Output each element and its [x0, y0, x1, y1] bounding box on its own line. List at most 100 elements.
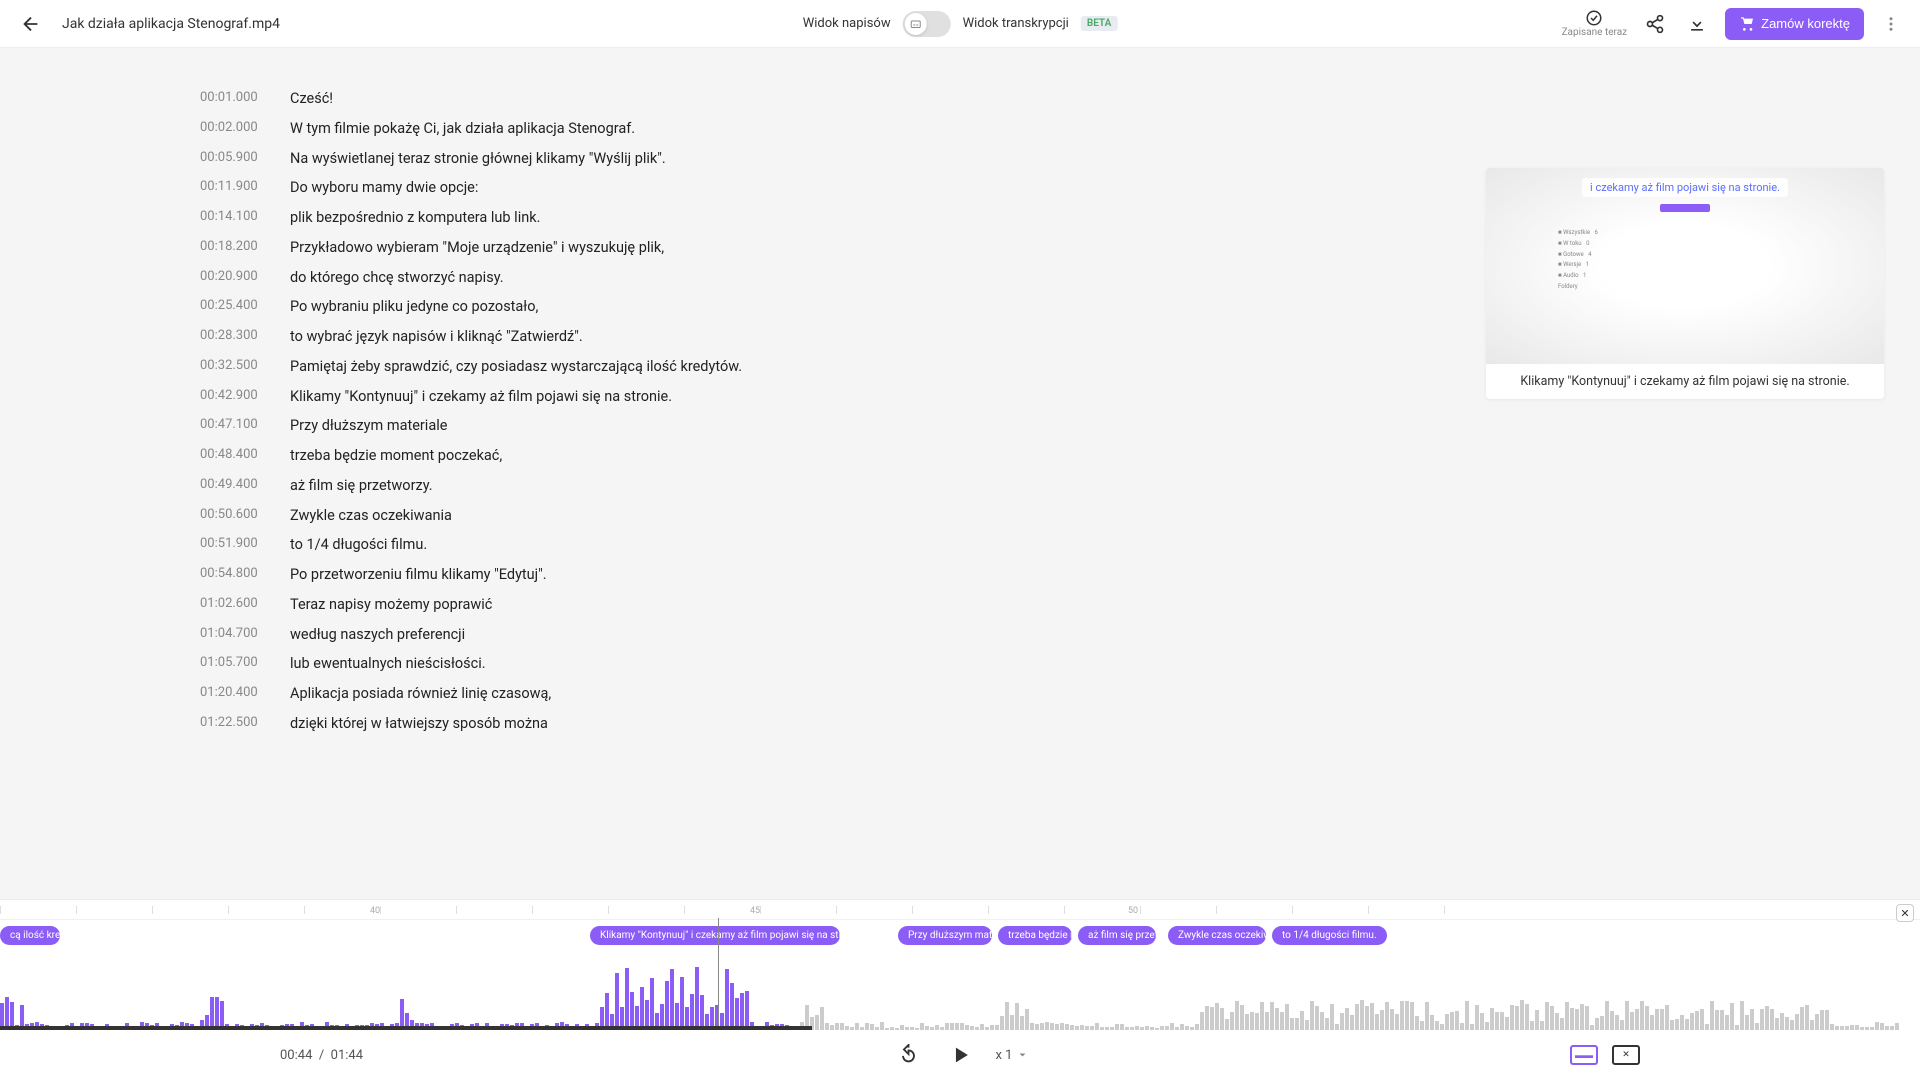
replay-icon	[898, 1044, 920, 1066]
timeline-chip[interactable]: trzeba będzie mc	[998, 926, 1072, 945]
video-preview-panel: i czekamy aż film pojawi się na stronie.…	[1486, 168, 1884, 399]
transcript-line[interactable]: 00:49.400 aż film się przetworzy.	[200, 475, 1920, 497]
close-timeline-button[interactable]: ✕	[1896, 904, 1914, 922]
view-toggle[interactable]	[903, 11, 951, 37]
timestamp[interactable]: 00:50.600	[200, 505, 266, 527]
transcript-text[interactable]: Po przetworzeniu filmu klikamy "Edytuj".	[290, 564, 547, 586]
timestamp[interactable]: 00:05.900	[200, 148, 266, 170]
timeline-chip[interactable]: aż film się przetwc	[1078, 926, 1156, 945]
timestamp[interactable]: 00:01.000	[200, 88, 266, 110]
transcript-text[interactable]: Aplikacja posiada również linię czasową,	[290, 683, 551, 705]
timeline-chip[interactable]: Klikamy "Kontynuuj" i czekamy aż film po…	[590, 926, 840, 945]
play-button[interactable]	[944, 1038, 978, 1072]
header-bar: Jak działa aplikacja Stenograf.mp4 Widok…	[0, 0, 1920, 48]
transcript-text[interactable]: Pamiętaj żeby sprawdzić, czy posiadasz w…	[290, 356, 742, 378]
transcript-text[interactable]: Do wyboru mamy dwie opcje:	[290, 177, 478, 199]
transcript-line[interactable]: 01:02.600 Teraz napisy możemy poprawić	[200, 594, 1920, 616]
playhead[interactable]	[718, 918, 719, 1028]
time-display: 00:44 / 01:44	[280, 1048, 363, 1063]
timestamp[interactable]: 00:49.400	[200, 475, 266, 497]
timestamp[interactable]: 00:54.800	[200, 564, 266, 586]
secondary-toggle[interactable]: ✕	[1612, 1045, 1640, 1065]
share-button[interactable]	[1641, 10, 1669, 38]
transcript-text[interactable]: trzeba będzie moment poczekać,	[290, 445, 502, 467]
transcript-line[interactable]: 01:22.500 dzięki której w łatwiejszy spos…	[200, 713, 1920, 735]
timestamp[interactable]: 00:25.400	[200, 296, 266, 318]
transcript-text[interactable]: Zwykle czas oczekiwania	[290, 505, 452, 527]
transcript-line[interactable]: 01:04.700 według naszych preferencji	[200, 624, 1920, 646]
timestamp[interactable]: 01:05.700	[200, 653, 266, 675]
transcript-line[interactable]: 00:02.000 W tym filmie pokażę Ci, jak dzi…	[200, 118, 1920, 140]
timeline-chip[interactable]: to 1/4 długości filmu.	[1272, 926, 1387, 945]
transcript-text[interactable]: Cześć!	[290, 88, 333, 110]
timeline-chip[interactable]: Przy dłuższym materia	[898, 926, 992, 945]
beta-badge: BETA	[1081, 16, 1117, 31]
transcript-line[interactable]: 00:51.900 to 1/4 długości filmu.	[200, 534, 1920, 556]
file-title: Jak działa aplikacja Stenograf.mp4	[62, 16, 280, 32]
cart-icon	[1739, 16, 1755, 32]
transcript-text[interactable]: według naszych preferencji	[290, 624, 465, 646]
timeline-ruler[interactable]: 404550	[0, 900, 1920, 920]
timestamp[interactable]: 00:51.900	[200, 534, 266, 556]
transcript-text[interactable]: Przykładowo wybieram "Moje urządzenie" i…	[290, 237, 664, 259]
transcript-line[interactable]: 00:05.900 Na wyświetlanej teraz stronie g…	[200, 148, 1920, 170]
transcript-text[interactable]: to 1/4 długości filmu.	[290, 534, 427, 556]
transcript-text[interactable]: plik bezpośrednio z komputera lub link.	[290, 207, 540, 229]
transcript-text[interactable]: Po wybraniu pliku jedyne co pozostało,	[290, 296, 538, 318]
timestamp[interactable]: 00:02.000	[200, 118, 266, 140]
more-vert-icon	[1882, 15, 1900, 33]
transcript-text[interactable]: lub ewentualnych nieścisłości.	[290, 653, 486, 675]
timestamp[interactable]: 00:28.300	[200, 326, 266, 348]
timeline-chip[interactable]: cą ilość kredytó	[0, 926, 60, 945]
timestamp[interactable]: 00:20.900	[200, 267, 266, 289]
transcript-text[interactable]: aż film się przetworzy.	[290, 475, 433, 497]
timestamp[interactable]: 00:42.900	[200, 386, 266, 408]
captions-toggle[interactable]: ▬▬	[1570, 1045, 1598, 1065]
transcript-text[interactable]: do którego chcę stworzyć napisy.	[290, 267, 504, 289]
transcript-line[interactable]: 00:01.000 Cześć!	[200, 88, 1920, 110]
timeline-section: 404550 ✕ cą ilość kredytóKlikamy "Kontyn…	[0, 899, 1920, 1080]
waveform[interactable]	[0, 952, 1920, 1030]
transcript-line[interactable]: 00:48.400 trzeba będzie moment poczekać,	[200, 445, 1920, 467]
timestamp[interactable]: 01:22.500	[200, 713, 266, 735]
playback-speed-selector[interactable]: x 1	[996, 1048, 1029, 1063]
more-menu-button[interactable]	[1878, 11, 1904, 37]
play-icon	[950, 1044, 972, 1066]
timestamp[interactable]: 01:04.700	[200, 624, 266, 646]
timestamp[interactable]: 01:02.600	[200, 594, 266, 616]
transcript-text[interactable]: dzięki której w łatwiejszy sposób można	[290, 713, 548, 735]
player-controls: 00:44 / 01:44 x 1 ▬▬ ✕	[0, 1030, 1920, 1080]
timeline-chip[interactable]: Zwykle czas oczekiwan	[1168, 926, 1266, 945]
download-icon	[1687, 14, 1707, 34]
timestamp[interactable]: 00:18.200	[200, 237, 266, 259]
transcript-line[interactable]: 00:50.600 Zwykle czas oczekiwania	[200, 505, 1920, 527]
replay-button[interactable]	[892, 1038, 926, 1072]
transcript-text[interactable]: to wybrać język napisów i kliknąć "Zatwi…	[290, 326, 583, 348]
check-circle-icon	[1585, 9, 1603, 27]
transcript-text[interactable]: Klikamy "Kontynuuj" i czekamy aż film po…	[290, 386, 672, 408]
transcript-line[interactable]: 00:54.800 Po przetworzeniu filmu klikamy …	[200, 564, 1920, 586]
timestamp[interactable]: 00:48.400	[200, 445, 266, 467]
transcript-text[interactable]: Przy dłuższym materiale	[290, 415, 447, 437]
back-button[interactable]	[16, 9, 46, 39]
chevron-down-icon	[1016, 1049, 1028, 1061]
order-correction-button[interactable]: Zamów korektę	[1725, 8, 1864, 40]
transcript-line[interactable]: 01:05.700 lub ewentualnych nieścisłości.	[200, 653, 1920, 675]
timestamp[interactable]: 00:32.500	[200, 356, 266, 378]
video-overlay-caption: i czekamy aż film pojawi się na stronie.	[1582, 178, 1788, 197]
transcript-text[interactable]: W tym filmie pokażę Ci, jak działa aplik…	[290, 118, 635, 140]
transcript-text[interactable]: Na wyświetlanej teraz stronie głównej kl…	[290, 148, 666, 170]
timestamp[interactable]: 00:11.900	[200, 177, 266, 199]
transcript-line[interactable]: 01:20.400 Aplikacja posiada również linię…	[200, 683, 1920, 705]
timestamp[interactable]: 01:20.400	[200, 683, 266, 705]
view-transcription-label[interactable]: Widok transkrypcji	[963, 16, 1069, 31]
transcript-line[interactable]: 00:47.100 Przy dłuższym materiale	[200, 415, 1920, 437]
timeline-chips[interactable]: ✕ cą ilość kredytóKlikamy "Kontynuuj" i …	[0, 920, 1920, 952]
video-caption-text: Klikamy "Kontynuuj" i czekamy aż film po…	[1486, 364, 1884, 399]
transcript-text[interactable]: Teraz napisy możemy poprawić	[290, 594, 492, 616]
download-button[interactable]	[1683, 10, 1711, 38]
view-captions-label[interactable]: Widok napisów	[803, 16, 891, 31]
timestamp[interactable]: 00:14.100	[200, 207, 266, 229]
video-thumbnail[interactable]: i czekamy aż film pojawi się na stronie.…	[1486, 168, 1884, 364]
timestamp[interactable]: 00:47.100	[200, 415, 266, 437]
